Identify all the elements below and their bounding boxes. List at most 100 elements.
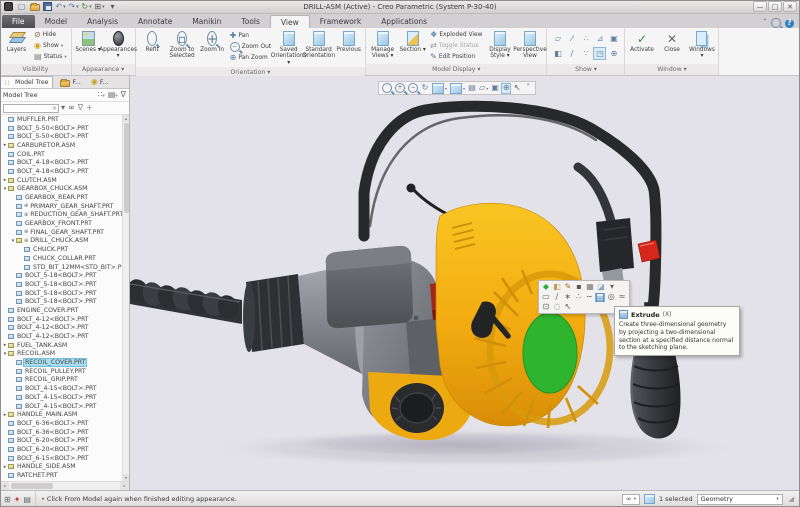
tree-item[interactable]: BOLT_6-36<BOLT>.PRT	[0, 419, 122, 428]
tree-item[interactable]: BOLT_4-15<BOLT>.PRT	[0, 384, 122, 393]
tree-item[interactable]: ⊕FINAL_GEAR_SHAFT.PRT	[0, 228, 122, 237]
air-filter-cover[interactable]	[326, 246, 413, 328]
tree-item[interactable]: MUFFLER.PRT	[0, 115, 122, 124]
section-button[interactable]: Section ▾	[398, 29, 427, 63]
csys-display-toggle[interactable]: ⊿	[593, 32, 606, 45]
regenerate-dropdown-icon[interactable]: ▾	[89, 4, 92, 10]
edit-position-button[interactable]: ✎Edit Position	[430, 52, 482, 62]
csys-tag-display-toggle[interactable]: ◳	[593, 47, 606, 60]
previous-button[interactable]: Previous	[334, 29, 363, 66]
search-dropdown-button[interactable]: ▾	[61, 104, 65, 112]
tree-item[interactable]: BOLT_4-12<BOLT>.PRT	[0, 324, 122, 333]
tree-item[interactable]: GEARBOX_REAR.PRT	[0, 193, 122, 202]
tree-item[interactable]: CHUCK.PRT	[0, 245, 122, 254]
add-column-button[interactable]: +	[86, 104, 93, 112]
tree-item[interactable]: ▸CARBURETOR.ASM	[0, 141, 122, 150]
pan-zoom-button[interactable]: ⊕Pan Zoom	[230, 53, 272, 63]
sketch-circle-button[interactable]: ◌	[552, 303, 562, 312]
scroll-down-icon[interactable]: ▾	[123, 474, 129, 481]
saved-orientations-button[interactable]: ▾	[449, 83, 466, 94]
plane-select-button[interactable]: ◪	[596, 283, 606, 292]
status-dropdown-icon[interactable]: ▾	[64, 55, 66, 60]
open-file-button[interactable]	[29, 1, 40, 13]
saved-orientations-button[interactable]: Saved Orientations ▾	[274, 29, 303, 66]
tab-favorites[interactable]: ◉F...	[87, 76, 112, 88]
drill-assembly-model[interactable]	[130, 76, 793, 490]
tree-item[interactable]: RATCHET.PRT	[0, 471, 122, 480]
show-dropdown-icon[interactable]: ▾	[61, 44, 63, 49]
zoom-window-button[interactable]: ⊡	[541, 303, 551, 312]
regenerate-button[interactable]: ↻▾	[81, 1, 92, 13]
tab-annotate[interactable]: Annotate	[128, 15, 182, 28]
display-style-dropdown-icon[interactable]: ▾	[445, 86, 447, 91]
maximize-button[interactable]: □	[768, 1, 782, 12]
tree-item[interactable]: ENGINE_COVER.PRT	[0, 306, 122, 315]
tree-settings-button[interactable]: ∷▾	[97, 91, 104, 99]
window-switch-button[interactable]: ⊞▾	[94, 1, 105, 13]
tree-toggle-button[interactable]: ⊞	[4, 495, 11, 504]
fuel-cap[interactable]	[390, 383, 444, 433]
display-style-button[interactable]: ▾	[431, 83, 448, 94]
clear-search-icon[interactable]: ×	[52, 105, 57, 112]
drill-bit[interactable]	[130, 276, 242, 324]
tab-model[interactable]: Model	[35, 15, 78, 28]
customize-button[interactable]: ▾	[107, 1, 118, 13]
tree-horizontal-scrollbar[interactable]: ◂ ▸	[0, 481, 129, 490]
tree-item[interactable]: COIL.PRT	[0, 150, 122, 159]
tree-item[interactable]: ▸HANDLE_SIDE.ASM	[0, 463, 122, 472]
revolve-button[interactable]: ◎	[606, 293, 616, 302]
tree-item[interactable]: ▾GEARBOX_CHUCK.ASM	[0, 185, 122, 194]
selection-filter-dropdown[interactable]: Geometry ▾	[697, 494, 783, 505]
tab-applications[interactable]: Applications	[371, 15, 437, 28]
perspective-view-button[interactable]: Perspective View	[515, 29, 544, 63]
sketch-axis-button[interactable]: ∗	[563, 293, 573, 302]
tree-display-dropdown-icon[interactable]: ▾	[115, 94, 117, 99]
pattern-grid-button[interactable]: ▦	[585, 283, 595, 292]
datum-display-dropdown-icon[interactable]: ▾	[486, 86, 488, 91]
paint-brush-button[interactable]: ✎	[563, 283, 573, 292]
hide-button[interactable]: ⊘Hide	[34, 30, 67, 40]
undo-button[interactable]: ↶▾	[55, 1, 66, 13]
appearance-palette-button[interactable]: ◧	[552, 283, 562, 292]
vertical-scroll-thumb[interactable]	[124, 123, 129, 213]
saved-orientations-dropdown-icon[interactable]: ▾	[463, 86, 465, 91]
tree-item[interactable]: BOLT_5-18<BOLT>.PRT	[0, 289, 122, 298]
annotation-display-button[interactable]: ▣	[490, 83, 500, 94]
tree-item[interactable]: CHUCK_COLLAR.PRT	[0, 254, 122, 263]
tree-item[interactable]: RECOIL_PULLEY.PRT	[0, 367, 122, 376]
select-arrow-button[interactable]: ↖	[563, 303, 573, 312]
help-button[interactable]: ?	[785, 19, 794, 28]
tree-search-input[interactable]: ×	[3, 104, 59, 113]
recoil-cover-selected[interactable]	[523, 313, 577, 393]
tab-tools[interactable]: Tools	[231, 15, 269, 28]
display-style-button[interactable]: Display Style ▾	[485, 29, 514, 63]
message-log-button[interactable]: ▤	[23, 495, 31, 504]
sketch-line-button[interactable]: ∕	[552, 293, 562, 302]
new-file-button[interactable]: ▢	[16, 1, 27, 13]
sketch-rect-button[interactable]: ▭	[541, 293, 551, 302]
ribbon-group-label-model-display[interactable]: Model Display ▾	[366, 64, 546, 75]
sketch-spline-button[interactable]: ∼	[584, 293, 594, 302]
ribbon-group-label-visibility[interactable]: Visibility	[0, 64, 71, 75]
tree-item[interactable]: BOLT_6-20<BOLT>.PRT	[0, 436, 122, 445]
pan-button[interactable]: ✚Pan	[230, 31, 272, 41]
creo-logo-button[interactable]	[3, 1, 14, 13]
tab-model-tree[interactable]: ∷ Model Tree	[0, 76, 53, 88]
point-display-toggle[interactable]: ∴	[579, 32, 592, 45]
exploded-view-button[interactable]: ❖Exploded View	[430, 30, 482, 40]
minimize-ribbon-button[interactable]: ˆ	[763, 19, 767, 27]
eraser-button[interactable]: ▪	[574, 283, 584, 292]
zoom-in-button[interactable]: +	[394, 83, 406, 94]
activate-button[interactable]: ✓Activate	[627, 29, 656, 63]
refit-button[interactable]	[381, 83, 393, 94]
tree-item[interactable]: BOLT_5-50<BOLT>.PRT	[0, 124, 122, 133]
zoom-out-button[interactable]: −Zoom Out	[230, 42, 272, 52]
tree-item[interactable]: ▸HANDLE_MAIN.ASM	[0, 410, 122, 419]
tree-vertical-scrollbar[interactable]: ▴ ▾	[122, 115, 129, 481]
zoom-out-button[interactable]: −	[407, 83, 419, 94]
chuck-collar[interactable]	[243, 274, 304, 352]
window-switch-dropdown-icon[interactable]: ▾	[102, 4, 105, 10]
tree-item[interactable]: BOLT_5-18<BOLT>.PRT	[0, 280, 122, 289]
spin-center-toggle[interactable]: ⊕	[607, 47, 620, 60]
tree-item[interactable]: BOLT_5-50<BOLT>.PRT	[0, 132, 122, 141]
